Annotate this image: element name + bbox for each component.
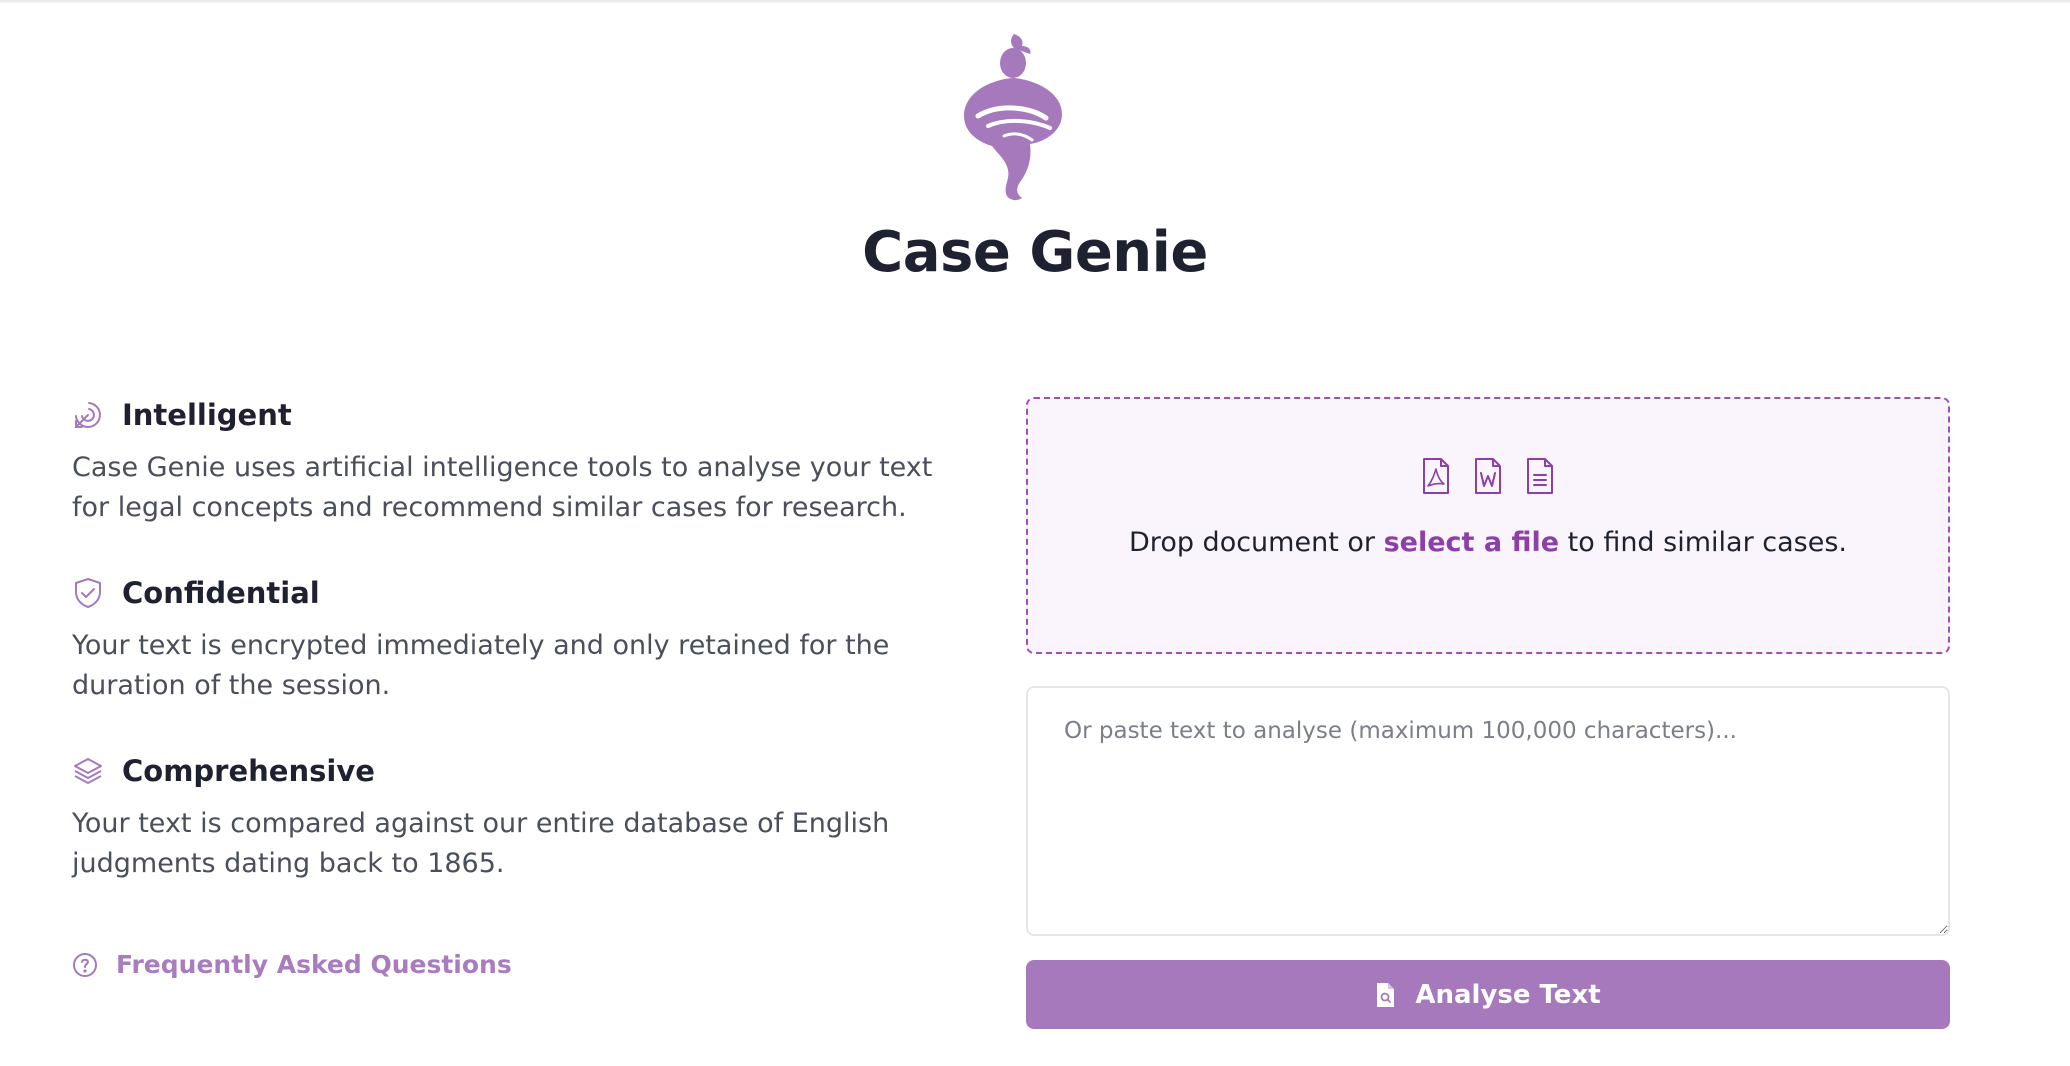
feature-confidential: Confidential Your text is encrypted imme… — [72, 570, 972, 706]
page: Case Genie Intelligent Case Genie uses a… — [0, 0, 2070, 1066]
feature-description: Your text is compared against our entire… — [72, 808, 890, 879]
feature-title: Intelligent — [122, 398, 292, 432]
feature-title: Comprehensive — [122, 754, 375, 788]
feature-description: Case Genie uses artificial intelligence … — [72, 452, 933, 523]
features-list: Intelligent Case Genie uses artificial i… — [72, 392, 972, 926]
analyse-button-label: Analyse Text — [1415, 979, 1601, 1010]
dropzone-text-after: to find similar cases. — [1559, 527, 1847, 558]
text-file-icon — [1527, 458, 1553, 494]
faq-label: Frequently Asked Questions — [116, 950, 512, 979]
target-arrow-icon — [72, 399, 104, 431]
feature-header: Comprehensive — [72, 748, 972, 794]
genie-logo-icon — [964, 34, 1062, 201]
top-border — [0, 0, 2070, 3]
feature-header: Confidential — [72, 570, 972, 616]
pdf-file-icon — [1423, 458, 1449, 494]
feature-title: Confidential — [122, 576, 320, 610]
feature-description: Your text is encrypted immediately and o… — [72, 630, 890, 701]
dropzone-text-before: Drop document or — [1129, 527, 1384, 558]
select-file-link[interactable]: select a file — [1384, 527, 1559, 558]
app-title: Case Genie — [862, 220, 1208, 285]
file-type-icons — [1028, 457, 1948, 495]
layers-icon — [72, 755, 104, 787]
file-search-icon — [1377, 982, 1395, 1007]
feature-header: Intelligent — [72, 392, 972, 438]
file-dropzone[interactable]: Drop document or select a file to find s… — [1026, 397, 1950, 654]
dropzone-text: Drop document or select a file to find s… — [1028, 523, 1948, 563]
word-file-icon — [1475, 458, 1501, 494]
feature-intelligent: Intelligent Case Genie uses artificial i… — [72, 392, 972, 528]
paste-text-input[interactable] — [1026, 686, 1950, 936]
question-circle-icon — [73, 952, 97, 977]
shield-check-icon — [72, 577, 104, 609]
feature-comprehensive: Comprehensive Your text is compared agai… — [72, 748, 972, 884]
analyse-text-button[interactable]: Analyse Text — [1026, 960, 1950, 1029]
faq-link[interactable]: Frequently Asked Questions — [72, 950, 512, 979]
